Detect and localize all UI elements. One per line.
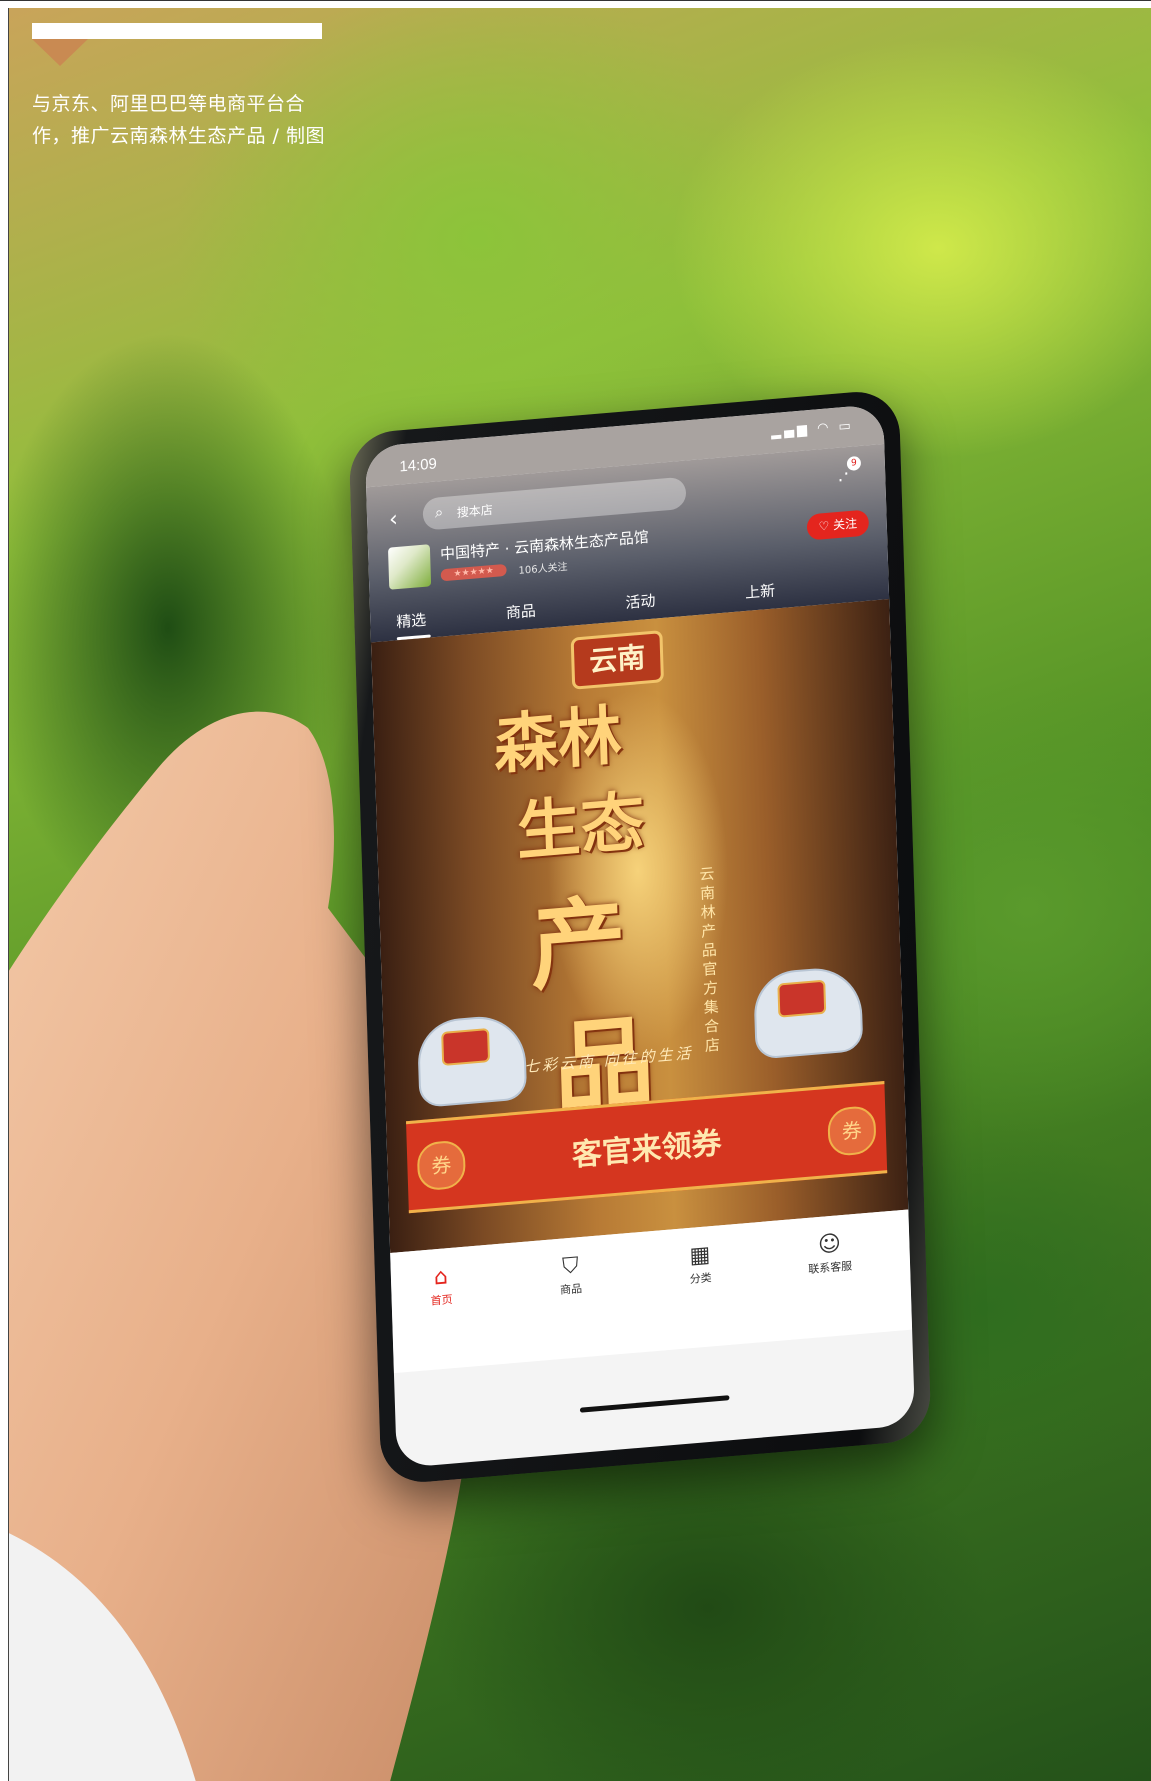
caption-bar bbox=[32, 23, 322, 39]
chat-icon: ☺ bbox=[817, 1231, 842, 1259]
nav-item-products[interactable]: ⛉ 商品 bbox=[530, 1251, 611, 1301]
banner-vertical-subtitle: 云南林产品官方集合店 bbox=[699, 864, 721, 1055]
home-icon: ⌂ bbox=[433, 1264, 449, 1291]
banner-title-line1: 森林 bbox=[492, 697, 623, 784]
phone-body: 14:09 ▂▄▆ ◠ ▭ ‹ ⌕ 搜本店 ⋰ 9 中国特产 · 云南森林生态产… bbox=[348, 388, 932, 1486]
banner-yunnan-badge: 云南 bbox=[570, 630, 664, 690]
banner-title-line2: 生态 bbox=[515, 784, 646, 870]
elephant-left-icon bbox=[416, 1012, 528, 1109]
page-top-rule bbox=[0, 0, 1151, 1]
follow-label: 关注 bbox=[832, 516, 858, 533]
coupon-seal-left: 券 bbox=[416, 1139, 467, 1192]
store-logo bbox=[387, 544, 432, 590]
coupon-seal-right: 券 bbox=[827, 1104, 877, 1157]
home-indicator[interactable] bbox=[579, 1395, 730, 1413]
status-time: 14:09 bbox=[399, 455, 438, 476]
photo-caption: 与京东、阿里巴巴等电商平台合作，推广云南森林生态产品 / 制图 bbox=[32, 93, 325, 147]
nav-item-customer-service[interactable]: ☺ 联系客服 bbox=[789, 1229, 870, 1279]
search-input[interactable]: ⌕ 搜本店 bbox=[422, 476, 687, 531]
tab-featured[interactable]: 精选 bbox=[396, 609, 427, 633]
search-placeholder: 搜本店 bbox=[456, 502, 493, 520]
caption-arrow-icon bbox=[32, 39, 88, 66]
bag-icon: ⛉ bbox=[561, 1253, 580, 1280]
store-followers: 106人关注 bbox=[518, 561, 568, 577]
promo-banner[interactable]: 云南 森林 生态 产 品 云南林产品官方集合店 七彩云南 向往的生活 券 客官来… bbox=[370, 598, 909, 1254]
store-rating-stars-icon: ★★★★★ bbox=[440, 563, 507, 582]
tab-products[interactable]: 商品 bbox=[506, 600, 537, 624]
grid-icon: ▦ bbox=[689, 1242, 711, 1269]
elephant-blanket bbox=[441, 1027, 491, 1067]
tab-new-arrivals[interactable]: 上新 bbox=[745, 579, 776, 603]
search-icon: ⌕ bbox=[434, 502, 444, 522]
phone-screen: 14:09 ▂▄▆ ◠ ▭ ‹ ⌕ 搜本店 ⋰ 9 中国特产 · 云南森林生态产… bbox=[364, 403, 916, 1469]
signal-wifi-battery-icon: ▂▄▆ ◠ ▭ bbox=[770, 418, 854, 441]
coupon-text: 客官来领券 bbox=[571, 1125, 722, 1174]
photo-frame: 14:09 ▂▄▆ ◠ ▭ ‹ ⌕ 搜本店 ⋰ 9 中国特产 · 云南森林生态产… bbox=[8, 8, 1151, 1781]
nav-item-categories[interactable]: ▦ 分类 bbox=[660, 1240, 741, 1290]
nav-item-home[interactable]: ⌂ 首页 bbox=[401, 1261, 482, 1311]
smartphone: 14:09 ▂▄▆ ◠ ▭ ‹ ⌕ 搜本店 ⋰ 9 中国特产 · 云南森林生态产… bbox=[348, 388, 932, 1486]
tab-activities[interactable]: 活动 bbox=[625, 590, 656, 614]
elephant-blanket bbox=[777, 979, 827, 1018]
elephant-right-icon bbox=[753, 964, 864, 1060]
follow-button[interactable]: ♡ 关注 bbox=[806, 509, 870, 541]
page-left-rule bbox=[8, 8, 9, 1781]
back-arrow-icon[interactable]: ‹ bbox=[389, 507, 399, 533]
cart-badge: 9 bbox=[846, 455, 862, 472]
